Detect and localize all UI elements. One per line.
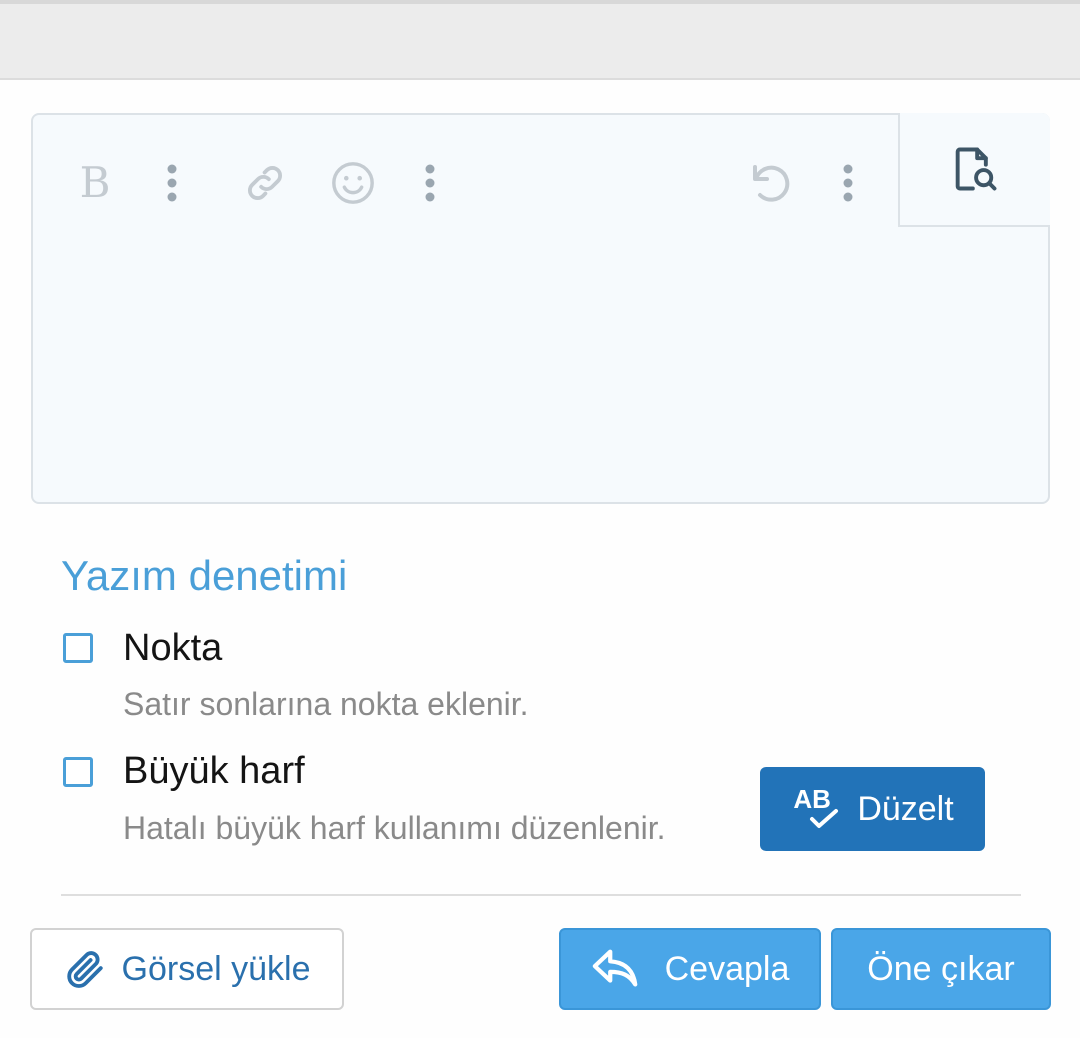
preview-icon (955, 147, 997, 191)
message-editor[interactable]: B (31, 113, 1050, 504)
spellcheck-title: Yazım denetimi (61, 552, 348, 599)
undo-icon (753, 165, 790, 202)
link-button[interactable] (237, 155, 293, 211)
divider (61, 894, 1021, 896)
preview-button[interactable] (898, 113, 1050, 227)
reply-icon (592, 949, 637, 987)
reply-label: Cevapla (664, 949, 790, 988)
bold-icon: B (79, 158, 111, 207)
more-vertical-icon (843, 164, 853, 202)
option-label-nokta[interactable]: Nokta (123, 627, 222, 670)
more-insert-button[interactable] (402, 155, 458, 211)
more-options-button[interactable] (820, 155, 876, 211)
checkbox-nokta[interactable] (63, 633, 93, 663)
more-vertical-icon (425, 164, 435, 202)
upload-image-label: Görsel yükle (121, 949, 311, 988)
top-bar (0, 0, 1080, 80)
feature-label: Öne çıkar (867, 949, 1015, 988)
feature-button[interactable]: Öne çıkar (831, 928, 1051, 1010)
more-vertical-icon (167, 164, 177, 202)
fix-button-label: Düzelt (857, 789, 954, 828)
checkbox-buyuk-harf[interactable] (63, 757, 93, 787)
option-description-nokta: Satır sonlarına nokta eklenir. (123, 686, 529, 722)
spellcheck-icon: AB (791, 784, 843, 834)
undo-button[interactable] (743, 155, 799, 211)
option-description-buyuk-harf: Hatalı büyük harf kullanımı düzenlenir. (123, 810, 666, 846)
option-label-buyuk-harf[interactable]: Büyük harf (123, 750, 305, 793)
reply-button[interactable]: Cevapla (559, 928, 821, 1010)
emoji-icon (332, 162, 374, 204)
paperclip-icon (66, 951, 103, 988)
bold-button[interactable]: B (67, 155, 123, 211)
upload-image-button[interactable]: Görsel yükle (30, 928, 344, 1010)
more-formatting-button[interactable] (144, 155, 200, 211)
fix-button[interactable]: AB Düzelt (760, 767, 985, 851)
link-icon (248, 166, 282, 200)
emoji-button[interactable] (325, 155, 381, 211)
